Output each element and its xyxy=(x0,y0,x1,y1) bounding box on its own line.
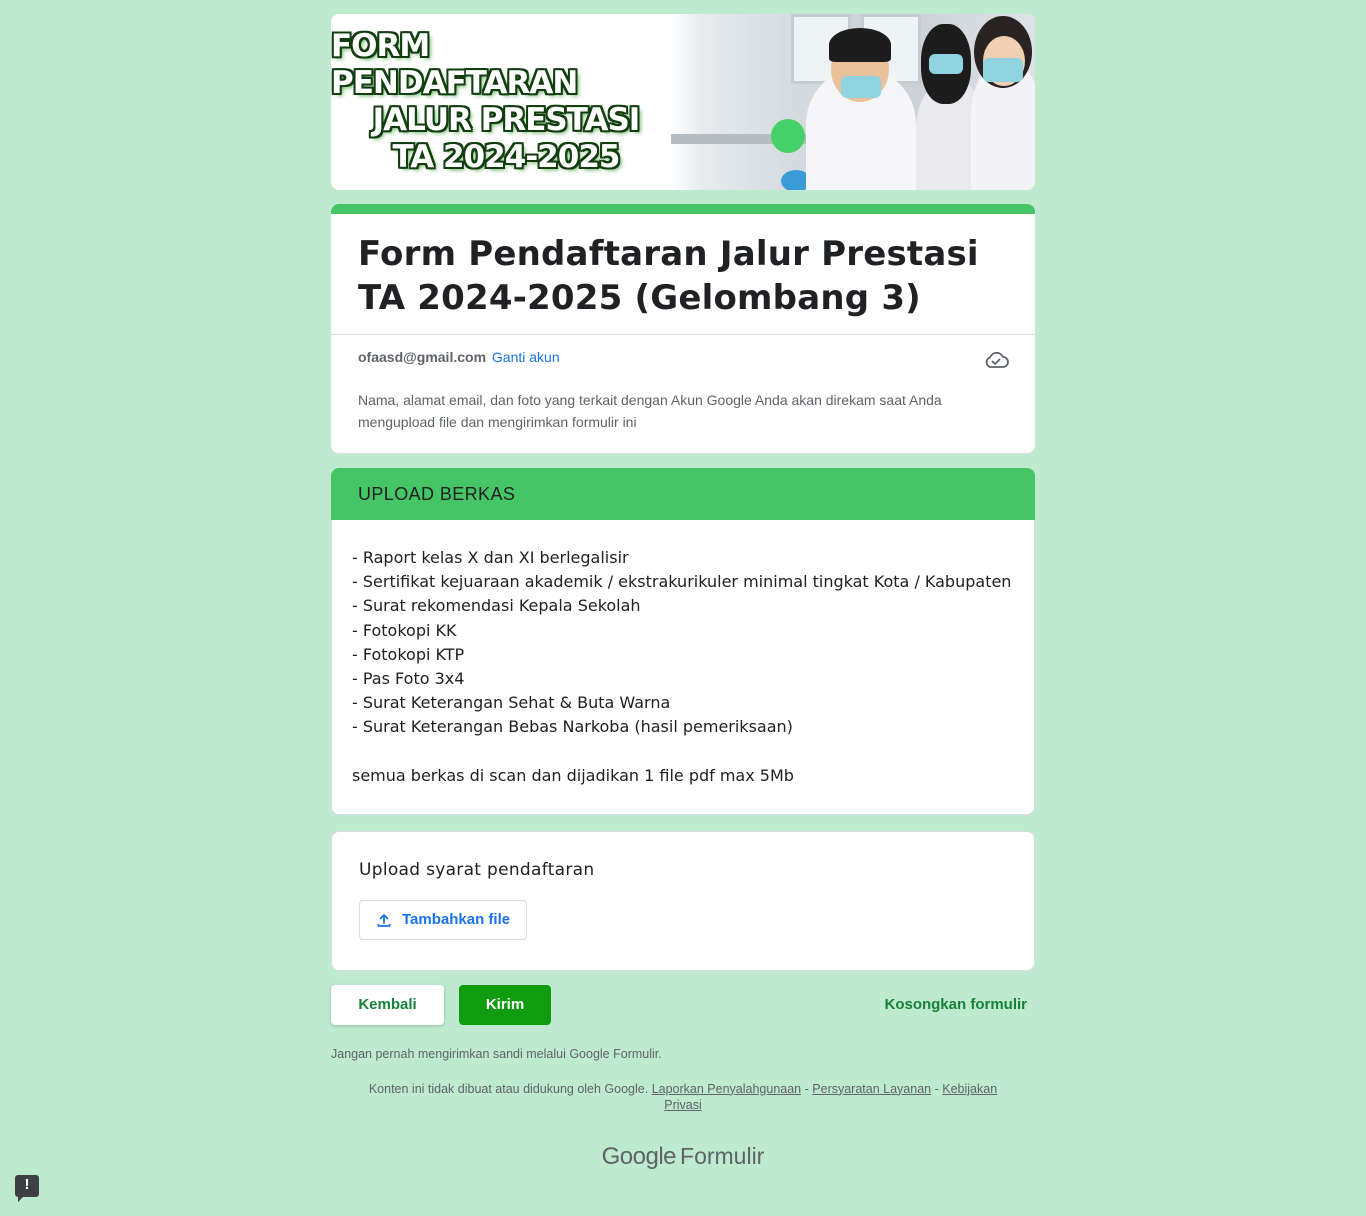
section-description: - Raport kelas X dan XI berlegalisir - S… xyxy=(331,520,1035,815)
footer-disclaimer: Konten ini tidak dibuat atau didukung ol… xyxy=(331,1081,1035,1113)
section-note: semua berkas di scan dan dijadikan 1 fil… xyxy=(352,765,794,785)
separator: - xyxy=(804,1081,809,1096)
banner-line-3: TA 2024-2025 xyxy=(392,139,621,175)
add-file-label: Tambahkan file xyxy=(402,911,511,929)
form-title-line-1: Form Pendaftaran Jalur Prestasi xyxy=(358,234,979,274)
requirement-item: - Raport kelas X dan XI berlegalisir xyxy=(352,548,629,567)
requirement-item: - Pas Foto 3x4 xyxy=(352,669,465,689)
account-line: ofaasd@gmail.com Ganti akun xyxy=(358,349,1008,365)
student-3-mask xyxy=(983,58,1023,82)
student-1-mask xyxy=(841,76,881,98)
green-flask xyxy=(771,119,805,153)
requirement-item: - Fotokopi KTP xyxy=(352,644,465,664)
form-navigation: Kembali Kirim Kosongkan formulir xyxy=(331,984,1035,1025)
feedback-icon[interactable]: ! xyxy=(15,1175,39,1202)
account-notice: Nama, alamat email, dan foto yang terkai… xyxy=(358,392,942,430)
requirement-item: - Sertifikat kejuaraan akademik / ekstra… xyxy=(352,572,1012,592)
banner-line-2: JALUR PRESTASI xyxy=(372,102,641,138)
question-title: Upload syarat pendaftaran xyxy=(359,859,595,880)
cloud-saved-icon xyxy=(985,351,1009,368)
back-button[interactable]: Kembali xyxy=(331,984,444,1025)
banner-line-1: FORM PENDAFTARAN xyxy=(331,28,578,101)
submit-button[interactable]: Kirim xyxy=(459,984,551,1025)
upload-section: UPLOAD BERKAS - Raport kelas X dan XI be… xyxy=(331,468,1035,815)
form-container: FORM PENDAFTARAN JALUR PRESTASI TA 2024-… xyxy=(331,14,1035,1171)
terms-link[interactable]: Persyaratan Layanan xyxy=(812,1082,931,1096)
requirement-item: - Surat Keterangan Sehat & Buta Warna xyxy=(352,693,671,713)
banner-photo xyxy=(671,14,1035,190)
form-title: Form Pendaftaran Jalur Prestasi TA 2024-… xyxy=(358,232,1008,320)
student-2-mask xyxy=(929,54,963,74)
requirement-item: - Surat Keterangan Bebas Narkoba (hasil … xyxy=(352,717,793,737)
upload-icon xyxy=(377,913,391,927)
brand-google: Google xyxy=(601,1142,677,1170)
requirement-item: - Fotokopi KK xyxy=(352,620,457,640)
account-email: ofaasd@gmail.com xyxy=(358,349,487,365)
add-file-button[interactable]: Tambahkan file xyxy=(359,899,528,940)
brand-forms: Formulir xyxy=(680,1142,765,1169)
google-forms-logo[interactable]: Google Formulir xyxy=(331,1143,1035,1171)
title-area: Form Pendaftaran Jalur Prestasi TA 2024-… xyxy=(331,214,1035,335)
clear-form-button[interactable]: Kosongkan formulir xyxy=(884,985,1027,1025)
form-title-line-2: TA 2024-2025 (Gelombang 3) xyxy=(358,278,921,318)
switch-account-link[interactable]: Ganti akun xyxy=(492,349,560,365)
account-area: ofaasd@gmail.com Ganti akun Nama, alamat… xyxy=(331,335,1035,453)
section-header: UPLOAD BERKAS xyxy=(331,468,1035,520)
requirement-item: - Surat rekomendasi Kepala Sekolah xyxy=(352,596,641,616)
separator: - xyxy=(934,1081,939,1096)
form-title-card: Form Pendaftaran Jalur Prestasi TA 2024-… xyxy=(331,204,1035,454)
report-abuse-link[interactable]: Laporkan Penyalahgunaan xyxy=(652,1082,801,1096)
question-card: Upload syarat pendaftaran Tambahkan file xyxy=(331,830,1035,971)
password-warning: Jangan pernah mengirimkan sandi melalui … xyxy=(331,1046,662,1061)
banner-title: FORM PENDAFTARAN JALUR PRESTASI TA 2024-… xyxy=(331,14,681,190)
disclaimer-text: Konten ini tidak dibuat atau didukung ol… xyxy=(368,1081,649,1096)
student-1-hair xyxy=(829,28,891,62)
header-banner: FORM PENDAFTARAN JALUR PRESTASI TA 2024-… xyxy=(331,14,1035,190)
